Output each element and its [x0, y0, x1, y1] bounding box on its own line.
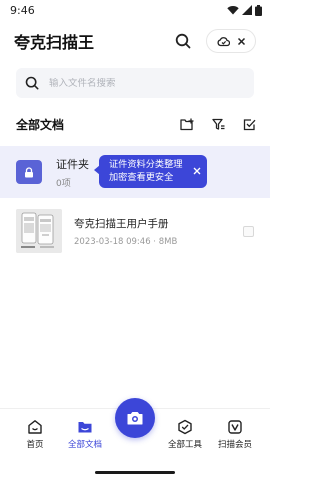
nav-item-all-tools[interactable]: 全部工具	[160, 419, 210, 450]
nav-label-all-documents: 全部文档	[67, 440, 102, 450]
promo-tooltip: 证件资料分类整理 加密查看更安全	[94, 155, 207, 188]
header: 夸克扫描王	[0, 28, 270, 54]
camera-icon	[127, 412, 143, 425]
folder-text: 证件夹 0项	[56, 156, 89, 189]
nav-item-scan-member[interactable]: 扫描会员	[210, 419, 260, 450]
document-thumbnail	[16, 209, 62, 253]
search-button[interactable]	[172, 30, 194, 52]
tooltip-line-1: 证件资料分类整理	[109, 159, 183, 170]
manual-thumbnail-image	[16, 209, 62, 253]
vip-icon	[228, 420, 242, 434]
document-row[interactable]: 夸克扫描王用户手册 2023-03-18 09:46 · 8MB	[0, 206, 270, 256]
home-indicator	[95, 471, 175, 474]
document-meta: 2023-03-18 09:46 · 8MB	[74, 236, 178, 247]
sync-button[interactable]	[216, 36, 230, 47]
section-actions	[180, 118, 256, 131]
multi-select-button[interactable]	[243, 118, 256, 131]
folder-icon	[78, 422, 92, 433]
camera-scan-button[interactable]	[115, 398, 155, 438]
tooltip-close-button[interactable]	[191, 165, 203, 177]
filter-icon	[212, 118, 225, 130]
search-bar[interactable]	[16, 68, 254, 98]
new-folder-button[interactable]	[180, 118, 194, 131]
document-info: 夸克扫描王用户手册 2023-03-18 09:46 · 8MB	[74, 216, 177, 247]
app-title: 夸克扫描王	[14, 33, 95, 52]
tooltip-line-2: 加密查看更安全	[109, 171, 174, 183]
search-input[interactable]	[49, 77, 239, 89]
home-icon	[28, 420, 42, 434]
checkbox-icon	[243, 118, 256, 130]
signal-icon	[242, 5, 252, 15]
nav-label-all-tools: 全部工具	[167, 440, 202, 450]
status-icons	[227, 4, 262, 16]
nav-item-home[interactable]: 首页	[10, 419, 60, 450]
nav-item-all-documents[interactable]: 全部文档	[60, 419, 110, 450]
cloud-sync-icon	[216, 36, 230, 46]
section-row: 全部文档	[0, 112, 270, 136]
sort-filter-button[interactable]	[212, 118, 225, 131]
lock-icon	[25, 166, 33, 177]
section-title: 全部文档	[16, 117, 65, 132]
document-select-checkbox[interactable]	[243, 225, 254, 237]
document-name: 夸克扫描王用户手册	[74, 217, 169, 230]
tools-icon	[178, 419, 192, 435]
locked-folder-icon	[16, 160, 42, 184]
header-capsule	[206, 29, 256, 53]
wifi-icon	[227, 6, 239, 15]
new-folder-icon	[180, 118, 194, 130]
search-icon	[175, 33, 191, 49]
status-time: 9:46	[10, 3, 35, 17]
close-icon	[193, 167, 201, 175]
battery-icon	[255, 4, 262, 16]
folder-name: 证件夹	[56, 157, 89, 171]
nav-label-home: 首页	[26, 440, 44, 450]
nav-label-scan-member: 扫描会员	[217, 440, 252, 450]
close-icon	[237, 37, 245, 45]
folder-count: 0项	[56, 178, 71, 189]
search-icon	[25, 76, 39, 90]
close-button[interactable]	[237, 37, 246, 46]
header-actions	[172, 29, 256, 53]
status-bar: 9:46	[0, 0, 270, 20]
